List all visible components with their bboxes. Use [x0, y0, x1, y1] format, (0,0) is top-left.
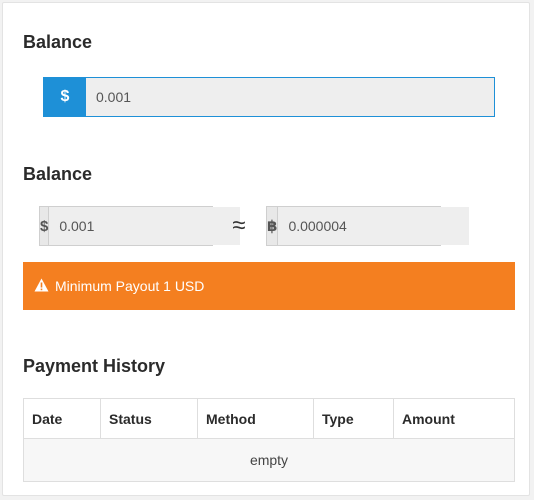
usd-balance-field[interactable]: [49, 207, 241, 245]
balance-heading: Balance: [23, 32, 93, 52]
alert-text: Minimum Payout 1 USD: [55, 278, 205, 294]
column-header-status[interactable]: Status: [100, 398, 198, 439]
column-header-date[interactable]: Date: [23, 398, 101, 439]
bitcoin-icon: ฿: [267, 207, 279, 245]
balance-field[interactable]: [86, 78, 494, 116]
payment-history-table: Date Status Method Type Amount empty: [23, 398, 515, 482]
approx-equal-icon: ≈: [232, 212, 246, 239]
balance-input-group: $: [43, 77, 495, 117]
column-header-amount[interactable]: Amount: [393, 398, 515, 439]
payment-history-heading: Payment History: [23, 356, 166, 376]
column-header-type[interactable]: Type: [313, 398, 394, 439]
wallet-card: Balance $ Balance $ ≈ ฿ Minimum Payout 1…: [2, 2, 530, 496]
btc-input-group: ฿: [266, 206, 470, 246]
usd-input-group: $: [39, 206, 241, 246]
empty-state-text: empty: [23, 438, 515, 482]
dollar-icon: $: [40, 207, 50, 245]
balance-conversion-heading: Balance: [23, 164, 93, 184]
table-row: empty: [23, 438, 515, 482]
minimum-payout-alert: Minimum Payout 1 USD: [23, 262, 515, 310]
column-header-method[interactable]: Method: [197, 398, 314, 439]
warning-icon: [34, 278, 49, 295]
btc-balance-field[interactable]: [278, 207, 470, 245]
dollar-icon: $: [44, 78, 86, 116]
table-header-row: Date Status Method Type Amount: [23, 398, 515, 439]
